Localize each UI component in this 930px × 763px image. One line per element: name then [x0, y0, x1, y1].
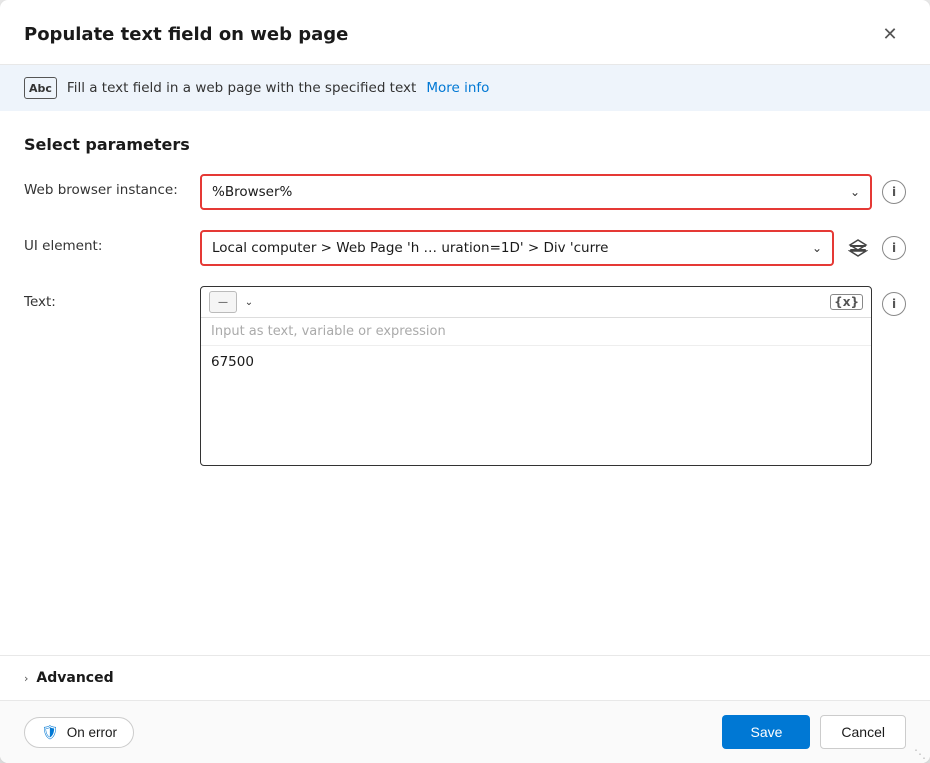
dialog-header: Populate text field on web page ✕	[0, 0, 930, 65]
resize-handle[interactable]: ⋱	[914, 747, 926, 761]
browser-row: Web browser instance: %Browser% ⌄ i	[24, 174, 906, 210]
advanced-label: Advanced	[36, 670, 113, 686]
ui-element-control: Local computer > Web Page 'h … uration=1…	[200, 230, 906, 266]
text-label: Text:	[24, 286, 184, 310]
text-area-toolbar: — ⌄ {x}	[201, 287, 871, 318]
info-banner: Abc Fill a text field in a web page with…	[0, 65, 930, 111]
close-button[interactable]: ✕	[874, 18, 906, 50]
text-control: — ⌄ {x} Input as text, variable or expre…	[200, 286, 906, 466]
section-title: Select parameters	[24, 135, 906, 154]
dialog-title: Populate text field on web page	[24, 24, 348, 45]
abc-icon: Abc	[24, 77, 57, 99]
cancel-button[interactable]: Cancel	[820, 715, 906, 749]
footer-right: Save Cancel	[722, 715, 906, 749]
text-row: Text: — ⌄ {x} Input as text, varia	[24, 286, 906, 466]
ui-element-label: UI element:	[24, 230, 184, 254]
toolbar-chevron-icon: ⌄	[245, 297, 253, 308]
browser-value: %Browser%	[212, 184, 292, 200]
ui-element-row: UI element: Local computer > Web Page 'h…	[24, 230, 906, 266]
dialog: Populate text field on web page ✕ Abc Fi…	[0, 0, 930, 763]
browser-chevron-icon: ⌄	[850, 185, 860, 199]
dialog-body: Select parameters Web browser instance: …	[0, 111, 930, 655]
layers-icon[interactable]	[844, 234, 872, 262]
browser-control: %Browser% ⌄ i	[200, 174, 906, 210]
browser-label: Web browser instance:	[24, 174, 184, 198]
more-info-link[interactable]: More info	[426, 80, 489, 96]
toolbar-dash-button[interactable]: —	[209, 291, 237, 313]
browser-dropdown[interactable]: %Browser% ⌄	[200, 174, 872, 210]
text-placeholder: Input as text, variable or expression	[201, 318, 871, 346]
on-error-button[interactable]: 🛡 On error	[24, 717, 134, 748]
ui-element-info-icon[interactable]: i	[882, 236, 906, 260]
save-button[interactable]: Save	[722, 715, 810, 749]
text-info-icon[interactable]: i	[882, 292, 906, 316]
dialog-footer: 🛡 On error Save Cancel	[0, 700, 930, 763]
toolbar-chevron-button[interactable]: ⌄	[239, 291, 259, 313]
ui-element-value: Local computer > Web Page 'h … uration=1…	[212, 240, 806, 256]
toolbar-dash-icon: —	[218, 297, 228, 308]
shield-icon: 🛡	[41, 724, 59, 741]
text-content[interactable]: 67500	[201, 346, 871, 465]
ui-element-chevron-icon: ⌄	[812, 241, 822, 255]
advanced-section[interactable]: › Advanced	[0, 655, 930, 700]
advanced-chevron-icon: ›	[24, 672, 28, 685]
browser-info-icon[interactable]: i	[882, 180, 906, 204]
on-error-label: On error	[67, 725, 117, 740]
expression-icon[interactable]: {x}	[830, 294, 863, 310]
banner-text: Fill a text field in a web page with the…	[67, 80, 416, 96]
text-area-wrapper: — ⌄ {x} Input as text, variable or expre…	[200, 286, 872, 466]
ui-element-dropdown[interactable]: Local computer > Web Page 'h … uration=1…	[200, 230, 834, 266]
